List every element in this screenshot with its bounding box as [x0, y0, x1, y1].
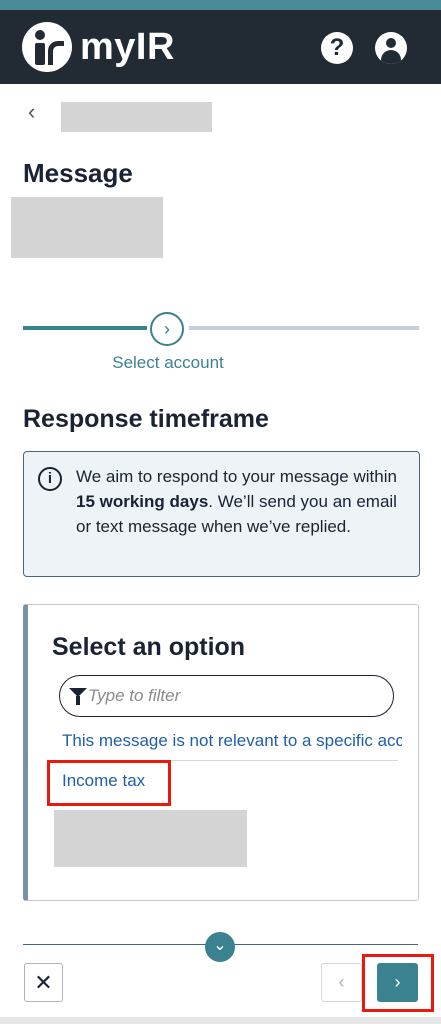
highlight-box-income-tax — [47, 760, 171, 806]
help-icon[interactable]: ? — [321, 32, 353, 64]
ir-logo-icon[interactable] — [22, 22, 72, 72]
progress-remaining-bar — [189, 326, 419, 330]
progress-step-label: Select account — [112, 353, 224, 372]
top-accent-strip — [0, 0, 441, 10]
response-info-text: We aim to respond to your message within… — [76, 464, 406, 539]
response-info-box: i We aim to respond to your message with… — [23, 451, 420, 577]
option-not-relevant[interactable]: This message is not relevant to a specif… — [62, 731, 402, 751]
filter-icon-stem — [76, 696, 80, 705]
redacted-option — [54, 810, 247, 867]
info-text-bold: 15 working days — [76, 492, 209, 511]
app-header: myIR ? — [0, 10, 441, 84]
highlight-box-next — [362, 954, 434, 1012]
select-option-title: Select an option — [52, 633, 246, 661]
close-button[interactable]: ✕ — [24, 963, 63, 1002]
response-timeframe-heading: Response timeframe — [23, 405, 269, 433]
back-chevron-icon[interactable]: ‹ — [28, 100, 46, 124]
brand-name[interactable]: myIR — [80, 26, 175, 69]
progress-step-icon: › — [150, 312, 184, 346]
progress-complete-bar — [23, 326, 147, 330]
select-option-card: Select an option This message is not rel… — [23, 604, 419, 901]
redacted-subtitle — [11, 197, 163, 258]
redacted-breadcrumb — [61, 102, 212, 132]
expand-chevron-icon[interactable]: ⌄ — [205, 932, 235, 962]
page-title: Message — [23, 158, 133, 188]
bottom-bar — [0, 1017, 441, 1024]
previous-button[interactable]: ‹ — [321, 963, 362, 1002]
user-account-icon[interactable] — [375, 32, 407, 64]
info-text-before: We aim to respond to your message within — [76, 467, 397, 486]
filter-input[interactable] — [88, 684, 378, 708]
info-icon: i — [38, 467, 62, 491]
filter-field[interactable] — [59, 675, 394, 717]
